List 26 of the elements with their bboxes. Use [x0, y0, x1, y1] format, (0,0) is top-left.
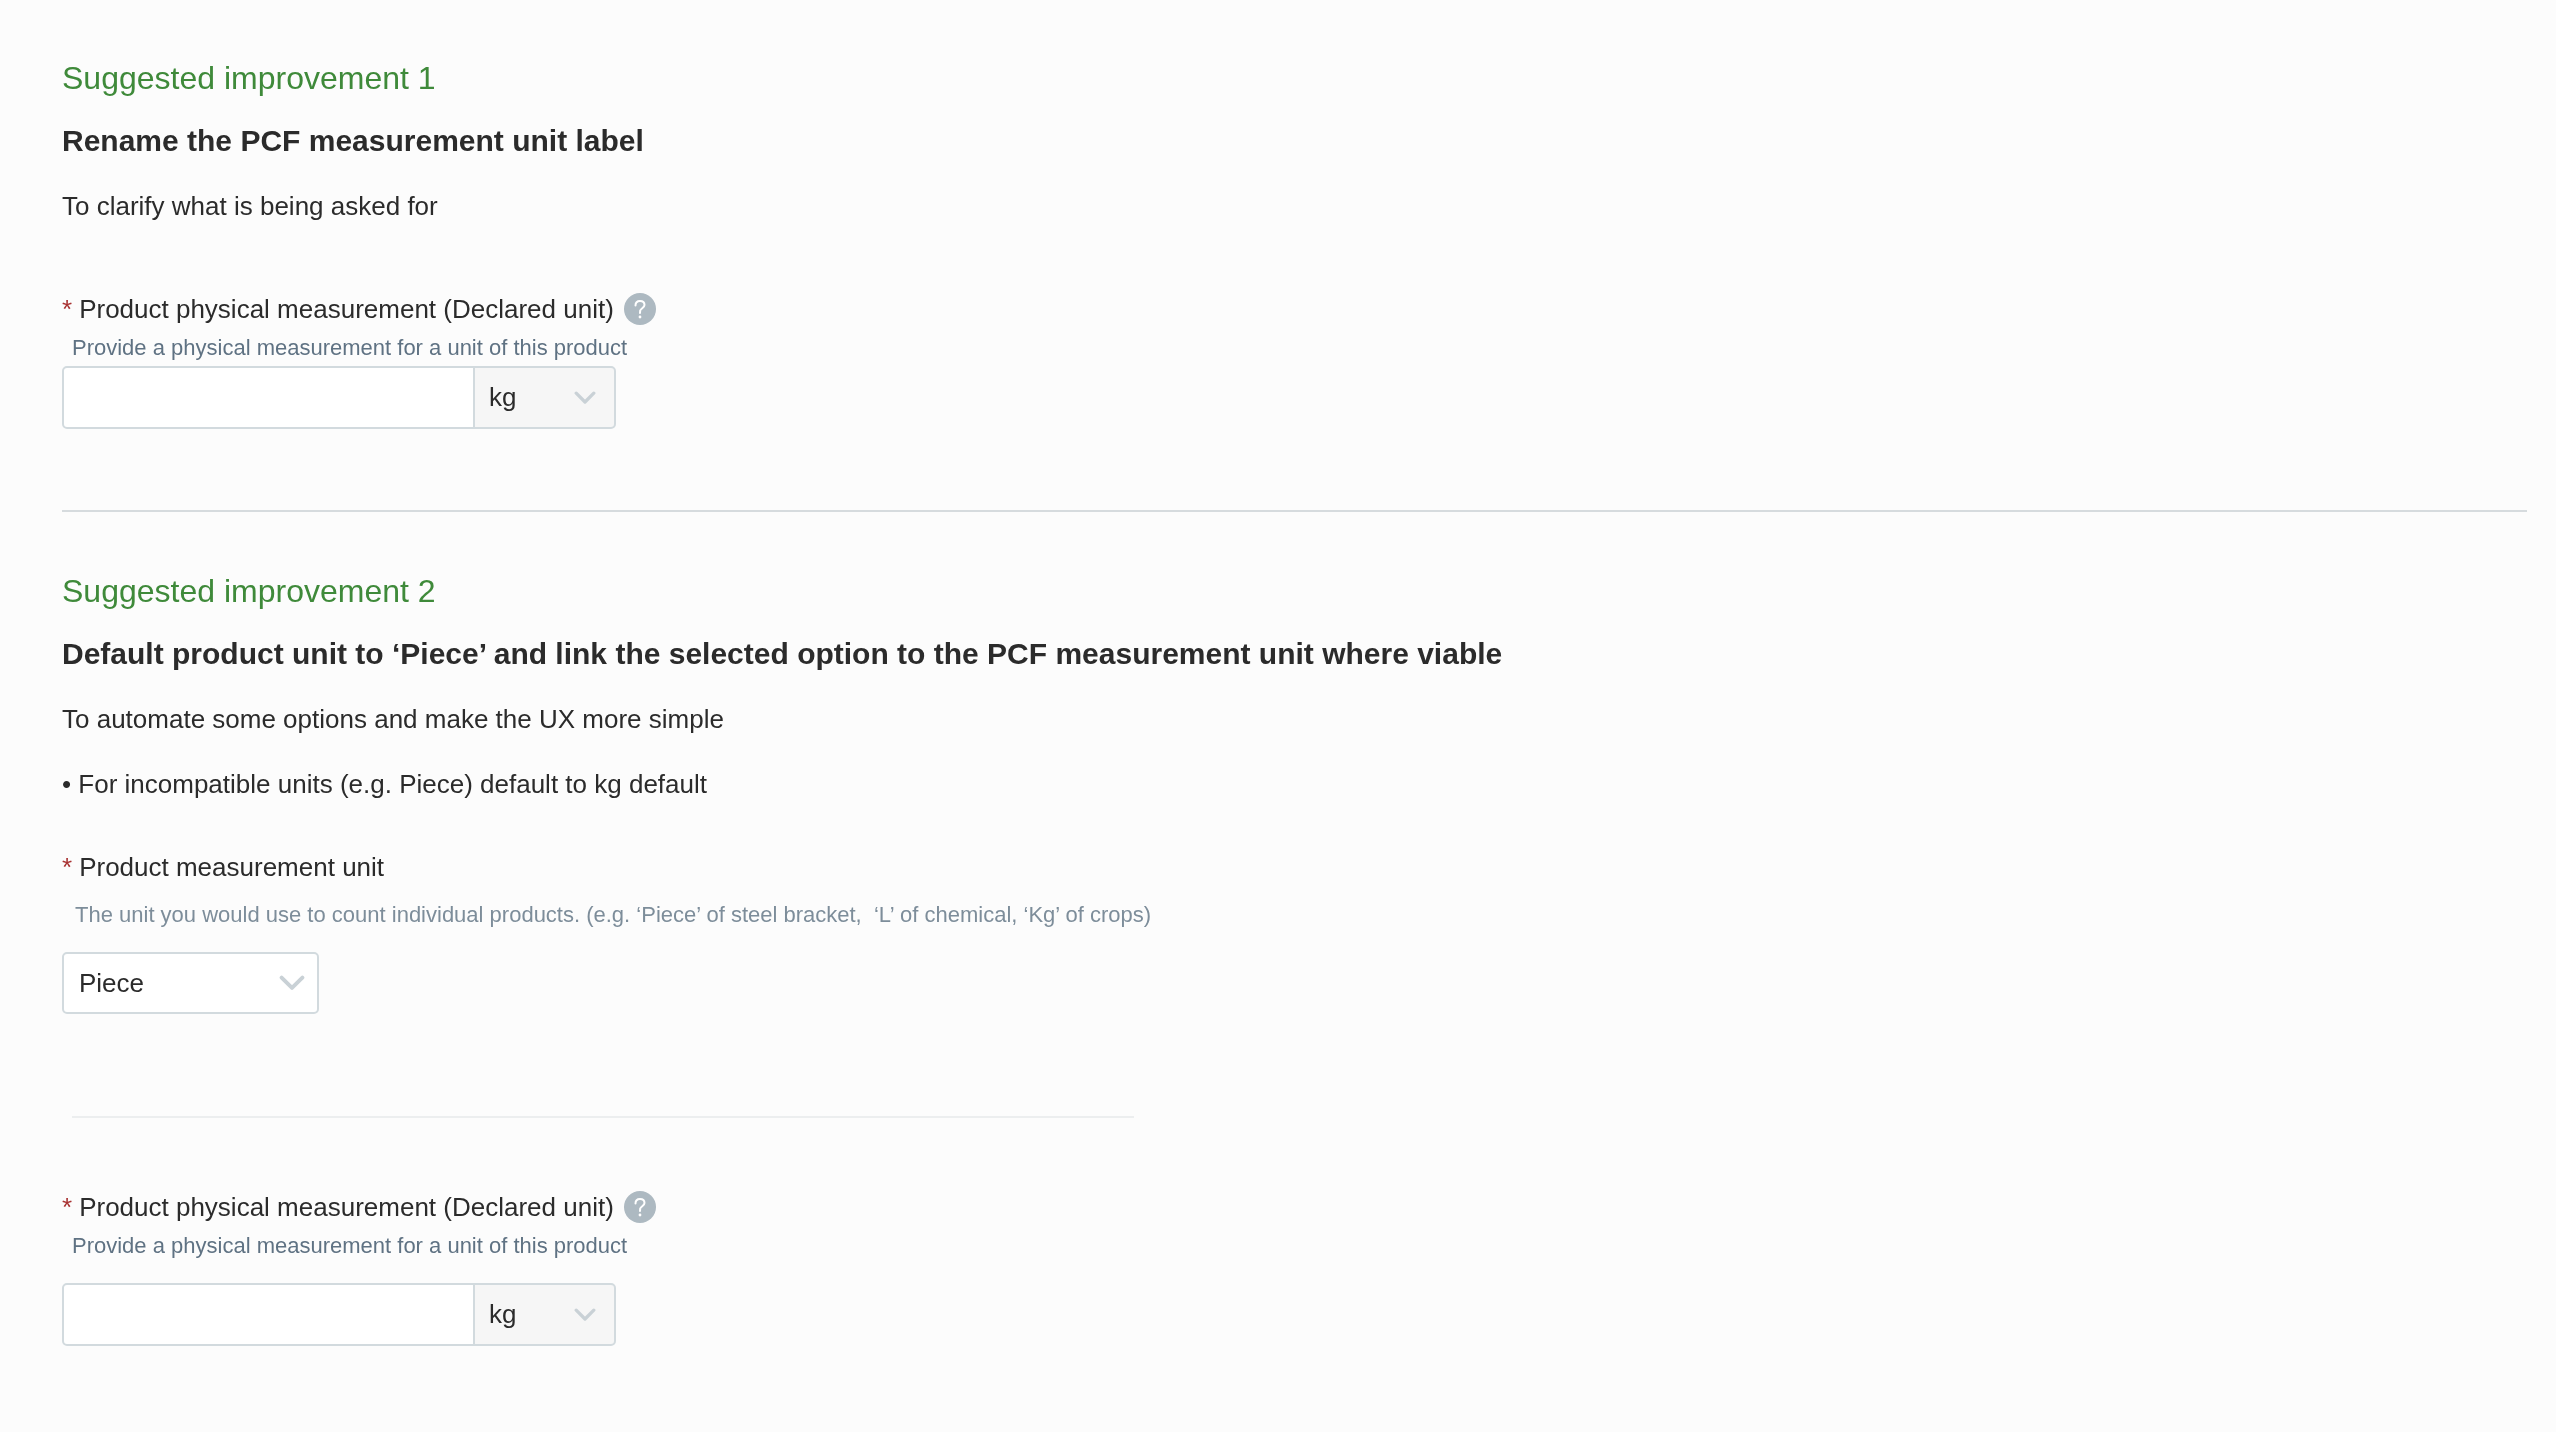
help-icon[interactable]	[623, 1191, 656, 1223]
section-kicker: Suggested improvement 2	[62, 573, 436, 609]
help-text: The unit you would use to count individual products. (e.g. ‘Piece’ of steel bracket, ‘L’ of chemical, ‘Kg’ of crops)	[75, 902, 1152, 928]
measurement-input[interactable]	[62, 1283, 474, 1346]
field-label: Product measurement unit	[79, 852, 385, 882]
required-mark: *	[62, 294, 73, 324]
section-title: Rename the PCF measurement unit label	[62, 123, 644, 159]
help-icon[interactable]	[623, 293, 656, 325]
section-kicker: Suggested improvement 1	[62, 60, 436, 96]
unit-select[interactable]: kg	[474, 366, 616, 429]
field-label: Product physical measurement (Declared unit)	[79, 294, 614, 324]
required-mark: *	[62, 852, 73, 882]
unit-select[interactable]: Piece	[62, 952, 319, 1014]
description-text: • For incompatible units (e.g. Piece) default to kg default	[62, 769, 707, 799]
required-mark: *	[62, 1192, 73, 1222]
help-text: Provide a physical measurement for a unit of this product	[72, 1233, 628, 1259]
field-label: Product physical measurement (Declared unit)	[79, 1192, 614, 1222]
help-text: Provide a physical measurement for a unit of this product	[72, 335, 628, 361]
unit-select[interactable]: kg	[474, 1283, 616, 1346]
section-title: Default product unit to ‘Piece’ and link the selected option to the PCF measurement unit where viable	[62, 636, 1503, 672]
description-text: To clarify what is being asked for	[62, 191, 438, 221]
chevron-down-icon	[279, 975, 305, 991]
description-text: To automate some options and make the UX more simple	[62, 704, 724, 734]
measurement-input[interactable]	[62, 366, 474, 429]
chevron-down-icon	[574, 390, 596, 405]
chevron-down-icon	[574, 1307, 596, 1322]
